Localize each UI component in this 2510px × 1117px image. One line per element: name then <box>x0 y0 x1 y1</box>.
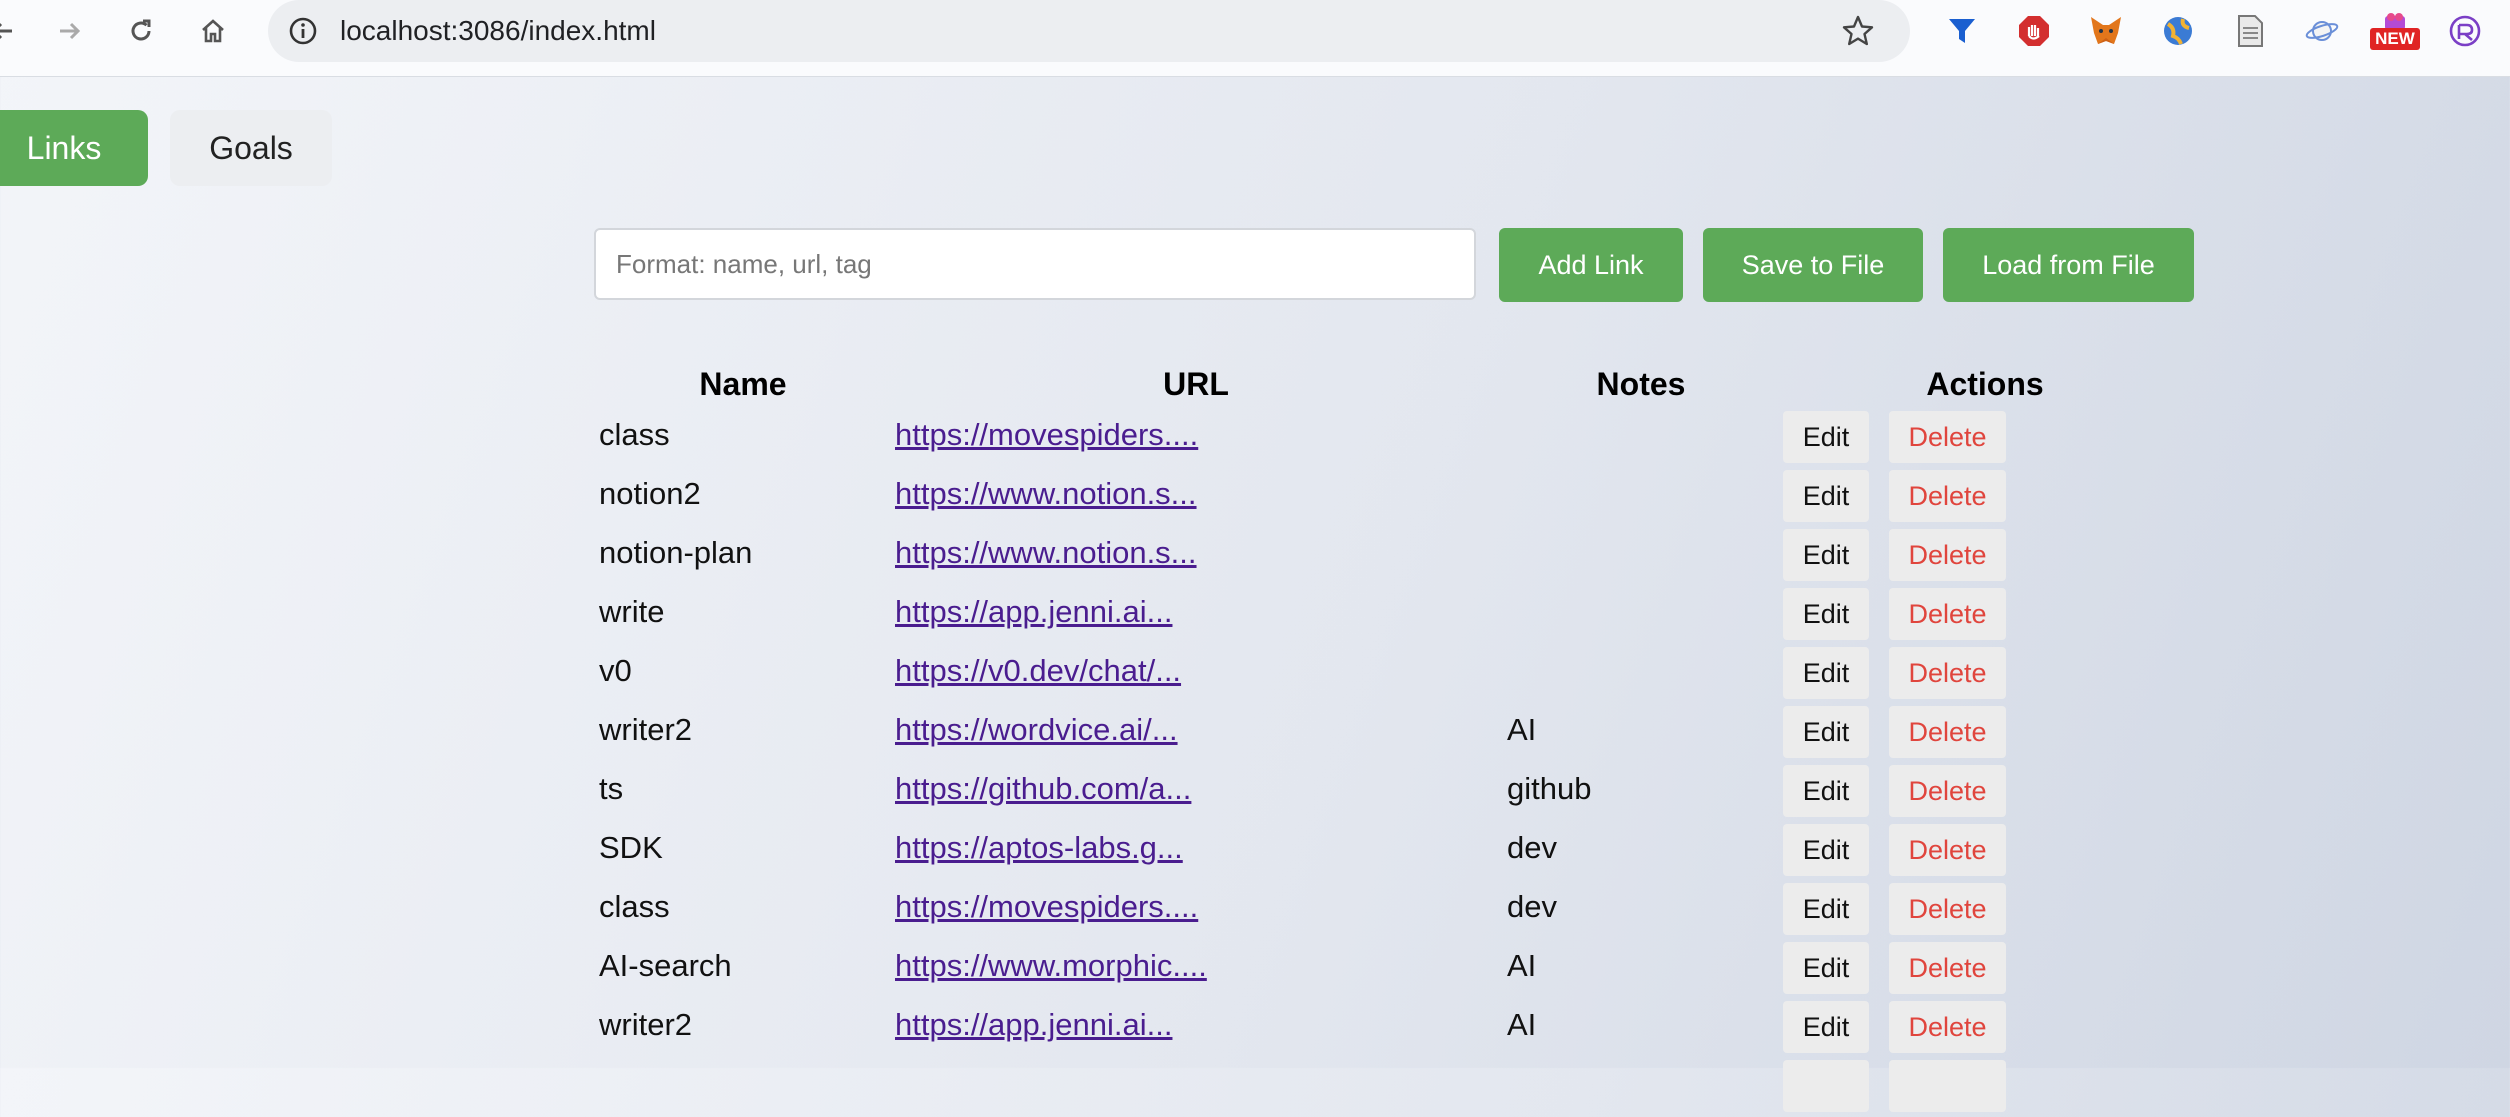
row-url-link[interactable]: https://app.jenni.ai... <box>895 1007 1172 1043</box>
edit-button[interactable]: Edit <box>1783 411 1869 463</box>
row-notes: dev <box>1507 830 1557 865</box>
link-input[interactable] <box>594 228 1476 300</box>
adblock-extension-icon[interactable] <box>2015 12 2053 50</box>
row-name: class <box>599 889 670 924</box>
edit-button[interactable]: Edit <box>1783 1001 1869 1053</box>
row-notes: AI <box>1507 712 1537 747</box>
row-url-link[interactable]: https://www.notion.s... <box>895 535 1197 571</box>
edit-button[interactable]: Edit <box>1783 588 1869 640</box>
delete-button[interactable]: Delete <box>1889 588 2006 640</box>
header-notes: Notes <box>1596 366 1686 402</box>
edit-button[interactable]: Edit <box>1783 706 1869 758</box>
load-from-file-button[interactable]: Load from File <box>1943 228 2194 302</box>
tab-links[interactable]: Links <box>0 110 148 186</box>
row-url-link[interactable]: https://wordvice.ai/... <box>895 712 1178 748</box>
row-name: AI-search <box>599 948 732 983</box>
row-url-link[interactable]: https://movespiders.... <box>895 417 1198 453</box>
delete-button[interactable]: Delete <box>1889 411 2006 463</box>
edit-button[interactable]: Edit <box>1783 647 1869 699</box>
delete-button[interactable]: Delete <box>1889 942 2006 994</box>
profile-extension-icon[interactable] <box>2446 12 2484 50</box>
row-name: v0 <box>599 653 632 688</box>
address-bar[interactable]: localhost:3086/index.html <box>268 0 1910 62</box>
edit-button[interactable]: Edit <box>1783 529 1869 581</box>
edit-button[interactable]: Edit <box>1783 470 1869 522</box>
reload-icon[interactable] <box>124 14 158 48</box>
home-icon[interactable] <box>196 14 230 48</box>
bookmark-star-icon[interactable] <box>1840 13 1876 49</box>
row-url-link[interactable]: https://www.notion.s... <box>895 476 1197 512</box>
table-row: write https://app.jenni.ai... Edit Delet… <box>0 586 2510 645</box>
row-notes: dev <box>1507 889 1557 924</box>
row-url-link[interactable]: https://aptos-labs.g... <box>895 830 1183 866</box>
edit-button[interactable]: Edit <box>1783 942 1869 994</box>
browser-toolbar: localhost:3086/index.html NEW <box>0 0 2510 77</box>
row-name: notion-plan <box>599 535 753 570</box>
delete-button[interactable]: Delete <box>1889 706 2006 758</box>
metamask-fox-icon[interactable] <box>2087 12 2125 50</box>
table-row: writer2 https://app.jenni.ai... AI Edit … <box>0 999 2510 1058</box>
forward-icon[interactable] <box>52 14 86 48</box>
row-name: writer2 <box>599 1007 693 1042</box>
table-row: v0 https://v0.dev/chat/... Edit Delete <box>0 645 2510 704</box>
header-actions: Actions <box>1926 366 2044 402</box>
table-row: class https://movespiders.... dev Edit D… <box>0 881 2510 940</box>
row-url-link[interactable]: https://app.jenni.ai... <box>895 594 1172 630</box>
delete-button[interactable]: Delete <box>1889 529 2006 581</box>
filter-extension-icon[interactable] <box>1943 12 1981 50</box>
globe-extension-icon[interactable] <box>2159 12 2197 50</box>
back-icon[interactable] <box>0 14 20 48</box>
document-extension-icon[interactable] <box>2231 12 2269 50</box>
add-link-button[interactable]: Add Link <box>1499 228 1683 302</box>
table-row-partial <box>0 1058 2510 1117</box>
delete-button[interactable]: Delete <box>1889 883 2006 935</box>
edit-button[interactable]: Edit <box>1783 883 1869 935</box>
row-url-link[interactable]: https://www.morphic.... <box>895 948 1207 984</box>
row-url-link[interactable]: https://movespiders.... <box>895 889 1198 925</box>
tab-goals[interactable]: Goals <box>170 110 332 186</box>
edit-button[interactable]: Edit <box>1783 824 1869 876</box>
row-name: writer2 <box>599 712 693 747</box>
row-url-link[interactable]: https://github.com/a... <box>895 771 1191 807</box>
table-row: notion-plan https://www.notion.s... Edit… <box>0 527 2510 586</box>
row-name: class <box>599 417 670 452</box>
site-info-icon[interactable] <box>286 14 320 48</box>
delete-button[interactable]: Delete <box>1889 824 2006 876</box>
row-url-link[interactable]: https://v0.dev/chat/... <box>895 653 1181 689</box>
new-badge: NEW <box>2370 28 2420 50</box>
table-row: AI-search https://www.morphic.... AI Edi… <box>0 940 2510 999</box>
edit-button[interactable]: Edit <box>1783 765 1869 817</box>
table-row: ts https://github.com/a... github Edit D… <box>0 763 2510 822</box>
table-row: class https://movespiders.... Edit Delet… <box>0 409 2510 468</box>
row-name: ts <box>599 771 624 806</box>
delete-button[interactable]: Delete <box>1889 1001 2006 1053</box>
row-name: write <box>599 594 665 629</box>
row-notes: github <box>1507 771 1592 806</box>
planet-extension-icon[interactable] <box>2303 12 2341 50</box>
delete-button[interactable]: Delete <box>1889 647 2006 699</box>
delete-button[interactable]: Delete <box>1889 765 2006 817</box>
delete-button[interactable]: Delete <box>1889 470 2006 522</box>
row-name: notion2 <box>599 476 701 511</box>
header-url: URL <box>1163 366 1229 402</box>
header-name: Name <box>699 366 787 402</box>
row-notes: AI <box>1507 1007 1537 1042</box>
row-name: SDK <box>599 830 663 865</box>
table-row: SDK https://aptos-labs.g... dev Edit Del… <box>0 822 2510 881</box>
table-row: writer2 https://wordvice.ai/... AI Edit … <box>0 704 2510 763</box>
table-row: notion2 https://www.notion.s... Edit Del… <box>0 468 2510 527</box>
row-notes: AI <box>1507 948 1537 983</box>
address-bar-url[interactable]: localhost:3086/index.html <box>340 15 656 47</box>
save-to-file-button[interactable]: Save to File <box>1703 228 1923 302</box>
new-extension-icon[interactable]: NEW <box>2369 12 2421 50</box>
